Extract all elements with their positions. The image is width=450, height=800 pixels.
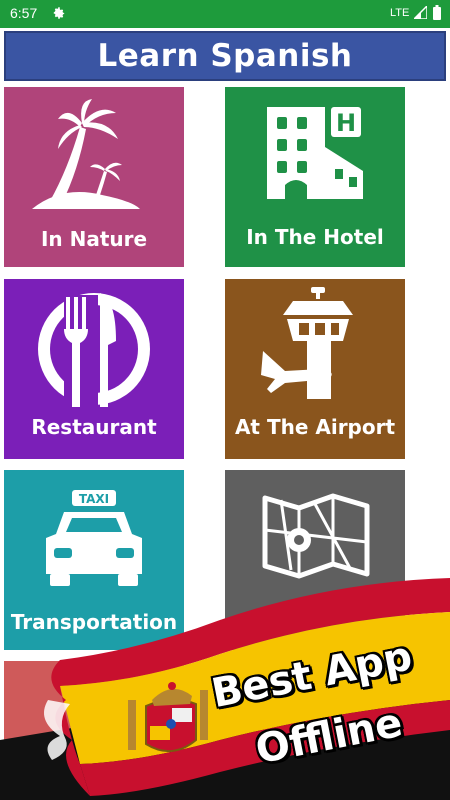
page-title: Learn Spanish xyxy=(97,38,353,74)
svg-text:H: H xyxy=(336,109,356,137)
tile-in-the-hotel[interactable]: H In The Hotel xyxy=(225,87,405,267)
signal-icon xyxy=(414,6,427,19)
gear-icon xyxy=(53,7,65,19)
svg-text:TAXI: TAXI xyxy=(79,492,109,506)
tile-label: In Nature xyxy=(40,227,148,251)
tile-label: At The Airport xyxy=(234,415,396,439)
status-time: 6:57 xyxy=(10,5,38,21)
tile-restaurant[interactable]: Restaurant xyxy=(4,279,184,459)
tile-in-nature[interactable]: In Nature xyxy=(4,87,184,267)
tile-at-the-airport[interactable]: At The Airport xyxy=(225,279,405,459)
network-type: LTE xyxy=(390,7,410,19)
app-header: Learn Spanish xyxy=(4,31,446,81)
tile-label: Restaurant xyxy=(31,415,157,439)
promo-banner: Best App Offline xyxy=(0,570,450,800)
status-bar: 6:57 LTE xyxy=(0,0,450,28)
battery-icon xyxy=(433,5,441,20)
tile-label: In The Hotel xyxy=(246,225,384,249)
